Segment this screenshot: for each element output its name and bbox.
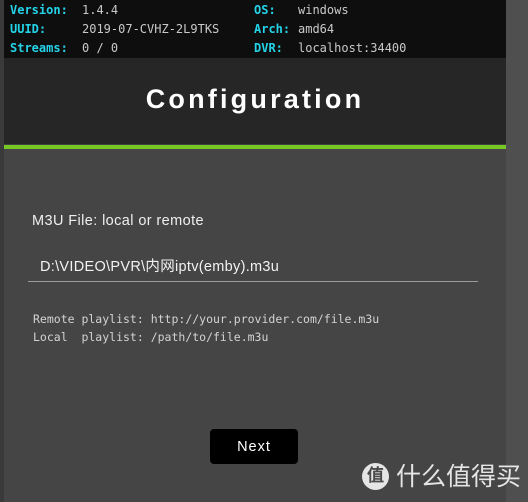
info-version: Version: 1.4.4 <box>10 1 118 20</box>
info-row-uuid: UUID: 2019-07-CVHZ-2L9TKS Arch: amd64 <box>4 20 506 39</box>
info-arch: Arch: amd64 <box>254 20 334 39</box>
app-panel: Version: 1.4.4 OS: windows UUID: 2019-07-CV… <box>4 0 506 502</box>
info-label-version: Version: <box>10 3 68 17</box>
info-label-os: OS: <box>254 3 276 17</box>
info-value-os: windows <box>298 3 349 17</box>
info-label-dvr: DVR: <box>254 41 283 55</box>
info-streams: Streams: 0 / 0 <box>10 39 118 58</box>
info-value-dvr: localhost:34400 <box>298 41 407 55</box>
hint-remote-playlist: Remote playlist: http://your.provider.co… <box>33 312 380 326</box>
watermark: 值 什么值得买 <box>362 463 521 490</box>
info-label-uuid: UUID: <box>10 22 47 36</box>
m3u-file-input[interactable] <box>28 257 478 282</box>
m3u-file-input-wrap <box>28 257 484 282</box>
watermark-text: 什么值得买 <box>396 462 522 491</box>
smzdm-logo-icon: 值 <box>362 463 389 490</box>
app-window: Version: 1.4.4 OS: windows UUID: 2019-07-CV… <box>0 0 528 502</box>
configuration-form: M3U File: local or remote Remote playlis… <box>4 149 506 502</box>
page-title: Configuration <box>145 84 365 114</box>
info-row-version: Version: 1.4.4 OS: windows <box>4 1 506 20</box>
hint-local-playlist: Local playlist: /path/to/file.m3u <box>33 330 269 344</box>
info-uuid: UUID: 2019-07-CVHZ-2L9TKS <box>10 20 219 39</box>
info-value-version: 1.4.4 <box>82 3 119 17</box>
info-label-arch: Arch: <box>254 22 291 36</box>
m3u-file-label: M3U File: local or remote <box>32 213 204 229</box>
info-row-streams: Streams: 0 / 0 DVR: localhost:34400 <box>4 39 506 58</box>
next-button[interactable]: Next <box>210 429 298 464</box>
right-edge-gutter <box>506 0 528 502</box>
status-info-bar: Version: 1.4.4 OS: windows UUID: 2019-07-CV… <box>4 0 506 58</box>
info-os: OS: windows <box>254 1 349 20</box>
info-dvr: DVR: localhost:34400 <box>254 39 406 58</box>
info-label-streams: Streams: <box>10 41 68 55</box>
info-value-arch: amd64 <box>298 22 335 36</box>
title-band: Configuration <box>4 58 506 144</box>
playlist-hints: Remote playlist: http://your.provider.co… <box>33 310 379 346</box>
info-value-streams: 0 / 0 <box>82 41 119 55</box>
info-value-uuid: 2019-07-CVHZ-2L9TKS <box>82 22 220 36</box>
